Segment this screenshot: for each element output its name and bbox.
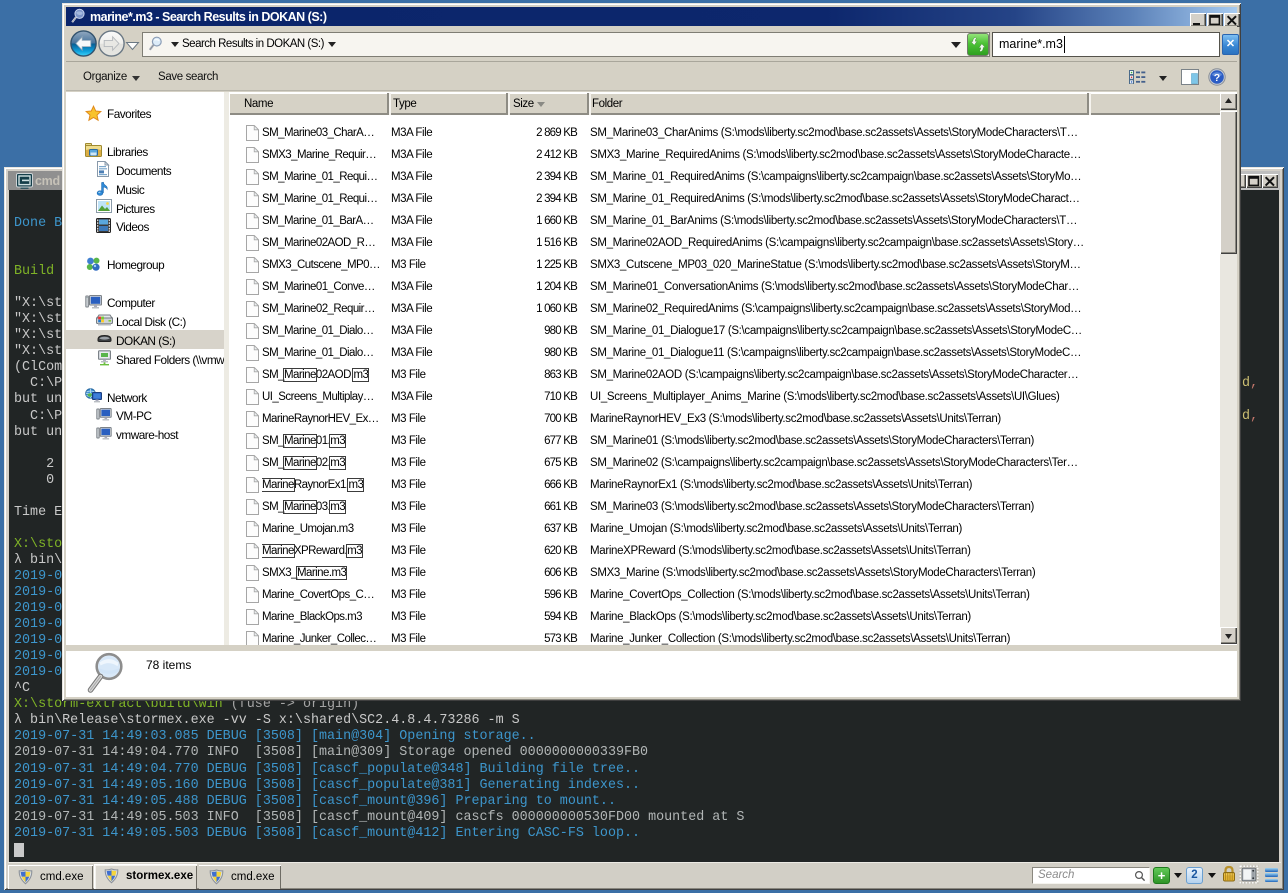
svg-text:?: ?	[1214, 72, 1220, 84]
